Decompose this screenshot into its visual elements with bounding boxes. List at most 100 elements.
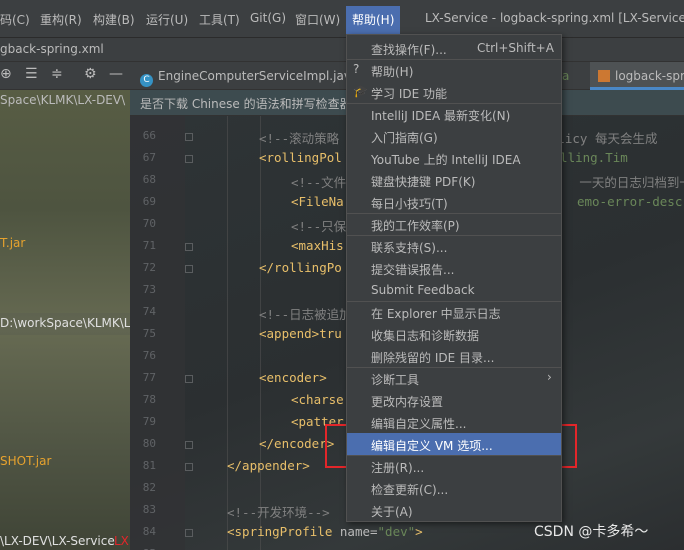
code-line[interactable]: <append>tru	[259, 326, 342, 341]
main-menubar: 码(C) 重构(R) 构建(B) 运行(U) 工具(T) Git(G) 窗口(W…	[0, 0, 684, 38]
code-line[interactable]: </encoder>	[259, 436, 334, 451]
class-icon: C	[140, 74, 153, 87]
fold-marker-icon[interactable]	[185, 375, 193, 383]
help-menu-item[interactable]: 🎓 学习 IDE 功能	[347, 81, 561, 103]
code-line[interactable]: <!--开发环境-->	[227, 502, 330, 521]
line-number: 74	[142, 305, 156, 318]
line-number: 76	[142, 349, 156, 362]
help-menu-item[interactable]: 入门指南(G)	[347, 125, 561, 147]
help-menu-item[interactable]: 关于(A)	[347, 499, 561, 521]
menu-code[interactable]: 码(C)	[0, 11, 30, 28]
navigation-bar: gback-spring.xml	[0, 38, 684, 62]
help-menu-item[interactable]: 查找操作(F)... Ctrl+Shift+A	[347, 37, 561, 59]
code-token: </encoder>	[259, 436, 335, 451]
expand-all-icon[interactable]: ☰	[25, 66, 38, 82]
minimize-icon[interactable]: —	[109, 66, 123, 82]
line-number: 80	[142, 437, 156, 450]
line-number: 83	[142, 503, 156, 516]
help-menu-item[interactable]: YouTube 上的 IntelliJ IDEA	[347, 147, 561, 169]
code-line[interactable]: <!-- 必选节点，用来指定最基础的日志输出级别	[259, 546, 557, 550]
help-menu-item[interactable]: 检查更新(C)...	[347, 477, 561, 499]
menu-item-label: 提交错误报告...	[371, 263, 455, 277]
menu-tools[interactable]: 工具(T)	[199, 11, 240, 28]
code-line[interactable]: <!--日志被追加	[259, 304, 352, 323]
code-token: name=	[339, 524, 378, 539]
help-menu-dropdown: 查找操作(F)... Ctrl+Shift+A? 帮助(H) 🎓 学习 IDE 功能 In…	[346, 34, 562, 522]
menu-item-label: 收集日志和诊断数据	[371, 329, 480, 343]
locate-icon[interactable]: ⊕	[0, 66, 12, 82]
menu-item-label: IntelliJ IDEA 最新变化(N)	[371, 109, 511, 123]
help-menu-item[interactable]: 收集日志和诊断数据	[347, 323, 561, 345]
code-line[interactable]: <encoder>	[259, 370, 327, 385]
code-token: <!--日志被追加	[259, 307, 352, 322]
code-token: <append>tru	[259, 326, 342, 341]
help-menu-item[interactable]: 编辑自定义属性...	[347, 411, 561, 433]
menu-item-label: 联系支持(S)...	[371, 241, 448, 255]
tab-label: EngineComputerServiceImpl.java	[158, 69, 359, 83]
help-menu-item[interactable]: IntelliJ IDEA 最新变化(N)	[347, 103, 561, 125]
code-line[interactable]: </appender>	[227, 458, 310, 473]
menu-window[interactable]: 窗口(W)	[295, 11, 340, 28]
menu-item-label: 检查更新(C)...	[371, 483, 449, 497]
menu-item-label: 我的工作效率(P)	[371, 219, 460, 233]
menu-item-label: Submit Feedback	[371, 283, 475, 297]
help-menu-item[interactable]: 在 Explorer 中显示日志	[347, 301, 561, 323]
line-number: 79	[142, 415, 156, 428]
help-menu-item[interactable]: 更改内存设置	[347, 389, 561, 411]
fold-marker-icon[interactable]	[185, 529, 193, 537]
line-number: 73	[142, 283, 156, 296]
question-icon: ?	[353, 62, 360, 76]
nav-file-crumb[interactable]: gback-spring.xml	[0, 42, 104, 56]
menu-item-label: 查找操作(F)...	[371, 43, 447, 57]
help-menu-item[interactable]: 删除残留的 IDE 目录...	[347, 345, 561, 367]
help-menu-item[interactable]: 每日小技巧(T)	[347, 191, 561, 213]
fold-marker-icon[interactable]	[185, 155, 193, 163]
menu-item-label: 学习 IDE 功能	[371, 87, 447, 101]
line-number: 77	[142, 371, 156, 384]
code-token: <!--滚动策略	[259, 131, 340, 146]
fold-marker-icon[interactable]	[185, 243, 193, 251]
line-number: 67	[142, 151, 156, 164]
help-menu-item[interactable]: 诊断工具 ›	[347, 367, 561, 389]
code-token: <FileNa	[291, 194, 344, 209]
line-number: 72	[142, 261, 156, 274]
line-number: 84	[142, 525, 156, 538]
help-menu-item[interactable]: 键盘快捷键 PDF(K)	[347, 169, 561, 191]
menu-item-label: 编辑自定义属性...	[371, 417, 467, 431]
tab-partial[interactable]: a	[562, 62, 569, 90]
tree-item[interactable]: \LX-DEV\LX-Service	[0, 534, 115, 548]
tree-item[interactable]: T.jar	[0, 236, 25, 250]
help-menu-item[interactable]: 联系支持(S)...	[347, 235, 561, 257]
fold-marker-icon[interactable]	[185, 441, 193, 449]
gear-icon[interactable]: ⚙	[84, 66, 97, 82]
help-menu-item[interactable]: 注册(R)...	[347, 455, 561, 477]
fold-marker-icon[interactable]	[185, 265, 193, 273]
code-line[interactable]: <springProfile name="dev">	[227, 524, 423, 539]
line-number: 69	[142, 195, 156, 208]
tab-engine-service[interactable]: C EngineComputerServiceImpl.java	[140, 62, 358, 90]
menu-build[interactable]: 构建(B)	[93, 11, 135, 28]
code-line[interactable]: <!--只保	[291, 216, 346, 235]
help-menu-item[interactable]: 我的工作效率(P)	[347, 213, 561, 235]
menu-help[interactable]: 帮助(H)	[346, 6, 401, 34]
code-line[interactable]: <maxHis	[291, 238, 344, 253]
code-line[interactable]: </rollingPo	[259, 260, 342, 275]
fold-marker-icon[interactable]	[185, 133, 193, 141]
help-menu-item[interactable]: 提交错误报告...	[347, 257, 561, 279]
tab-logback[interactable]: logback-spri	[590, 62, 684, 90]
menu-git[interactable]: Git(G)	[250, 11, 286, 25]
tree-item[interactable]: SHOT.jar	[0, 454, 51, 468]
code-line[interactable]: <charse	[291, 392, 344, 407]
tree-item[interactable]: D:\workSpace\KLMK\L	[0, 316, 130, 330]
menu-item-label: 每日小技巧(T)	[371, 197, 448, 211]
menu-run[interactable]: 运行(U)	[146, 11, 188, 28]
help-menu-item[interactable]: 编辑自定义 VM 选项...	[347, 433, 561, 455]
collapse-all-icon[interactable]: ≑	[51, 66, 63, 82]
code-token: "dev"	[377, 524, 416, 539]
fold-marker-icon[interactable]	[185, 463, 193, 471]
code-token: <springProfile	[227, 524, 340, 539]
menu-refactor[interactable]: 重构(R)	[40, 11, 82, 28]
help-menu-item[interactable]: Submit Feedback	[347, 279, 561, 301]
help-menu-item[interactable]: ? 帮助(H)	[347, 59, 561, 81]
project-root-path[interactable]: Space\KLMK\LX-DEV\	[0, 93, 125, 107]
